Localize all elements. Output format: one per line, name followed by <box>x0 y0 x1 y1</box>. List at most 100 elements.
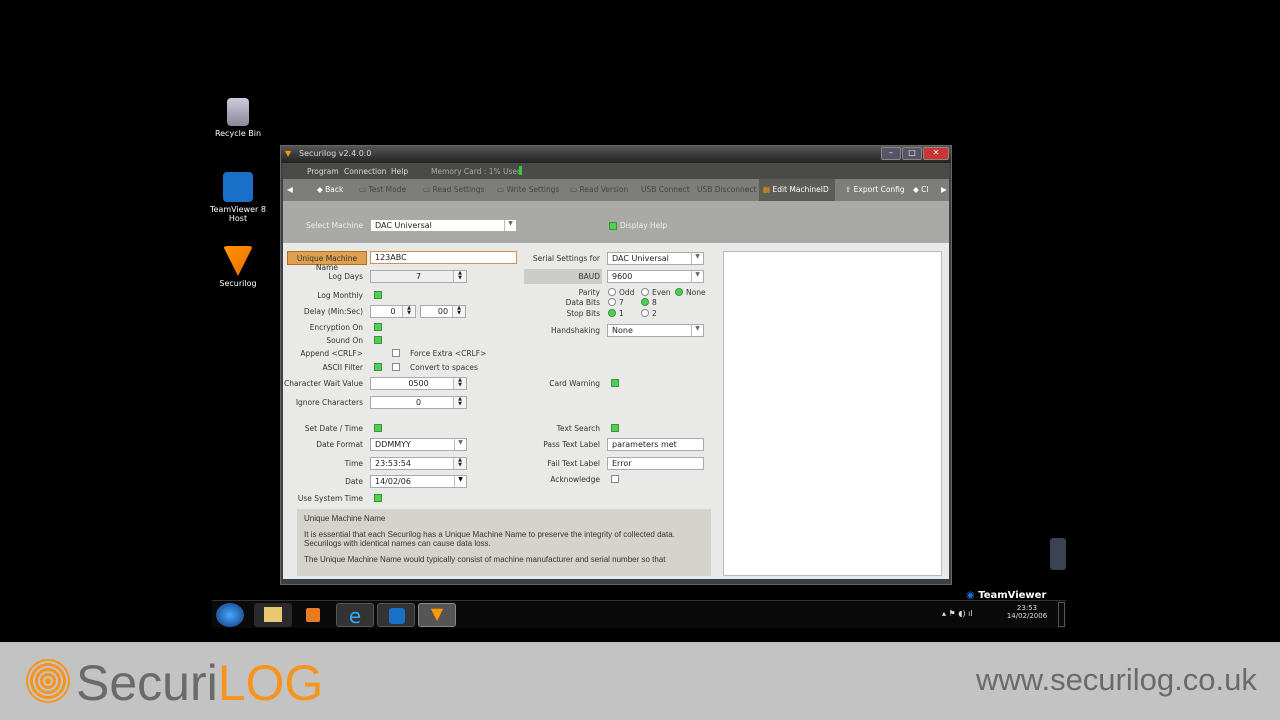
spinner-arrows-icon[interactable]: ▲ ▼ <box>453 458 466 469</box>
ascii-filter-checkbox[interactable] <box>374 363 382 371</box>
stop-bits-1-radio[interactable] <box>608 309 616 317</box>
fail-text-input[interactable]: Error <box>607 457 704 470</box>
desktop-icon-teamviewer[interactable]: TeamViewer 8 Host <box>203 172 273 223</box>
close-button[interactable]: ✕ <box>923 147 949 160</box>
text-search-checkbox[interactable] <box>611 424 619 432</box>
toolbar-test-mode[interactable]: ▭ Test Mode <box>359 185 406 194</box>
log-monthly-checkbox[interactable] <box>374 291 382 299</box>
tray-icons[interactable]: ▴ ⚑ ◖) ıl <box>942 609 973 618</box>
handshaking-dropdown[interactable]: None ▼ <box>607 324 704 337</box>
ascii-filter-label: ASCII Filter <box>322 363 363 372</box>
convert-spaces-checkbox[interactable] <box>392 363 400 371</box>
value: DDMMYY <box>375 440 411 449</box>
media-player-taskbar-icon[interactable] <box>294 603 332 627</box>
menu-program[interactable]: Program <box>307 167 339 176</box>
ignore-chars-spinner[interactable]: 0 ▲ ▼ <box>370 396 467 409</box>
taskbar: e ▼ ▴ ⚑ ◖) ıl 23:53 14/02/2006 <box>212 600 1066 628</box>
teamviewer-panel-handle[interactable] <box>1050 538 1066 570</box>
radio-label: 1 <box>619 309 624 318</box>
securilog-icon <box>223 246 253 276</box>
parity-label: Parity <box>578 288 600 297</box>
data-bits-7-radio[interactable] <box>608 298 616 306</box>
parity-even-radio[interactable] <box>641 288 649 296</box>
log-days-label: Log Days <box>328 272 364 281</box>
date-label: Date <box>345 477 363 486</box>
spinner-arrows-icon[interactable]: ▲ ▼ <box>453 397 466 408</box>
start-button[interactable] <box>216 603 244 627</box>
window-title: Securilog v2.4.0.0 <box>299 149 372 158</box>
force-extra-checkbox[interactable] <box>392 349 400 357</box>
label: Connect <box>658 185 690 194</box>
label: Disconnect <box>714 185 757 194</box>
card-warning-checkbox[interactable] <box>611 379 619 387</box>
toolbar-read-settings[interactable]: ▭ Read Settings <box>423 185 484 194</box>
unique-name-input[interactable]: 123ABC <box>370 251 517 264</box>
display-help-checkbox[interactable] <box>609 222 617 230</box>
clock[interactable]: 23:53 14/02/2006 <box>1002 604 1052 620</box>
serial-settings-dropdown[interactable]: DAC Universal ▼ <box>607 252 704 265</box>
spinner-arrows-icon[interactable]: ▲ ▼ <box>453 378 466 389</box>
sound-checkbox[interactable] <box>374 336 382 344</box>
date-picker[interactable]: 14/02/06 ▼ <box>370 475 467 488</box>
clock-time: 23:53 <box>1016 604 1038 612</box>
chevron-down-icon: ▼ <box>454 439 466 450</box>
data-bits-8-radio[interactable] <box>641 298 649 306</box>
log-days-spinner[interactable]: 7 ▲ ▼ <box>370 270 467 283</box>
chevron-down-icon: ▼ <box>504 220 516 231</box>
chevron-down-icon: ▼ <box>454 476 466 487</box>
stop-bits-2-radio[interactable] <box>641 309 649 317</box>
delay-min-spinner[interactable]: 0 ▲ ▼ <box>370 305 416 318</box>
toolbar-disconnect[interactable]: USB Disconnect <box>697 185 756 194</box>
toolbar-close[interactable]: ◆ Cl <box>913 185 928 194</box>
desktop-icon-recycle-bin[interactable]: Recycle Bin <box>203 98 273 138</box>
toolbar-read-version[interactable]: ▭ Read Version <box>570 185 628 194</box>
encryption-label: Encryption On <box>309 323 363 332</box>
settings-panel: Unique Machine Name 123ABC Log Days 7 ▲ ▼ … <box>283 243 949 579</box>
minimize-button[interactable]: – <box>881 147 901 160</box>
set-date-checkbox[interactable] <box>374 424 382 432</box>
desktop-icon-securilog[interactable]: Securilog <box>203 246 273 288</box>
spinner-arrows-icon[interactable]: ▲ ▼ <box>452 306 465 317</box>
toolbar-back[interactable]: ◆ Back <box>317 185 343 194</box>
acknowledge-checkbox[interactable] <box>611 475 619 483</box>
select-machine-dropdown[interactable]: DAC Universal ▼ <box>370 219 517 232</box>
menu-help[interactable]: Help <box>391 167 408 176</box>
parity-odd-radio[interactable] <box>608 288 616 296</box>
encryption-checkbox[interactable] <box>374 323 382 331</box>
fail-text-label: Fail Text Label <box>547 459 600 468</box>
scroll-right-icon[interactable]: ▶ <box>941 185 947 194</box>
baud-dropdown[interactable]: 9600 ▼ <box>607 270 704 283</box>
pass-text-input[interactable]: parameters met <box>607 438 704 451</box>
spinner-arrows-icon[interactable]: ▲ ▼ <box>453 271 466 282</box>
use-system-time-checkbox[interactable] <box>374 494 382 502</box>
securilog-logo-icon <box>26 659 70 703</box>
delay-sec-spinner[interactable]: 00 ▲ ▼ <box>420 305 466 318</box>
parity-none-radio[interactable] <box>675 288 683 296</box>
log-monthly-label: Log Monthly <box>317 291 363 300</box>
show-desktop-button[interactable] <box>1058 602 1065 627</box>
data-bits-label: Data Bits <box>565 298 600 307</box>
spinner-arrows-icon[interactable]: ▲ ▼ <box>402 306 415 317</box>
scroll-left-icon[interactable]: ◀ <box>287 185 293 194</box>
set-date-label: Set Date / Time <box>304 424 363 433</box>
value: 7 <box>415 272 422 281</box>
securilog-taskbar-icon[interactable]: ▼ <box>418 603 456 627</box>
radio-label: Even <box>652 288 671 297</box>
toolbar-export-config[interactable]: ⇧ Export Config <box>845 185 905 194</box>
menu-connection[interactable]: Connection <box>344 167 386 176</box>
toolbar-edit-machineid[interactable]: ▦ Edit MachineID <box>759 179 835 201</box>
ie-taskbar-icon[interactable]: e <box>336 603 374 628</box>
value: DAC Universal <box>612 254 669 263</box>
maximize-button[interactable]: □ <box>902 147 922 160</box>
toolbar-connect[interactable]: USB Connect <box>641 185 690 194</box>
select-machine-label: Select Machine <box>306 221 363 230</box>
explorer-taskbar-icon[interactable] <box>254 603 292 627</box>
date-format-dropdown[interactable]: DDMMYY ▼ <box>370 438 467 451</box>
time-spinner[interactable]: 23:53:54 ▲ ▼ <box>370 457 467 470</box>
value: 9600 <box>612 272 633 281</box>
char-wait-spinner[interactable]: 0500 ▲ ▼ <box>370 377 467 390</box>
toolbar-write-settings[interactable]: ▭ Write Settings <box>497 185 559 194</box>
teamviewer-taskbar-icon[interactable] <box>377 603 415 627</box>
radio-label: 2 <box>652 309 657 318</box>
card-warning-label: Card Warning <box>549 379 600 388</box>
